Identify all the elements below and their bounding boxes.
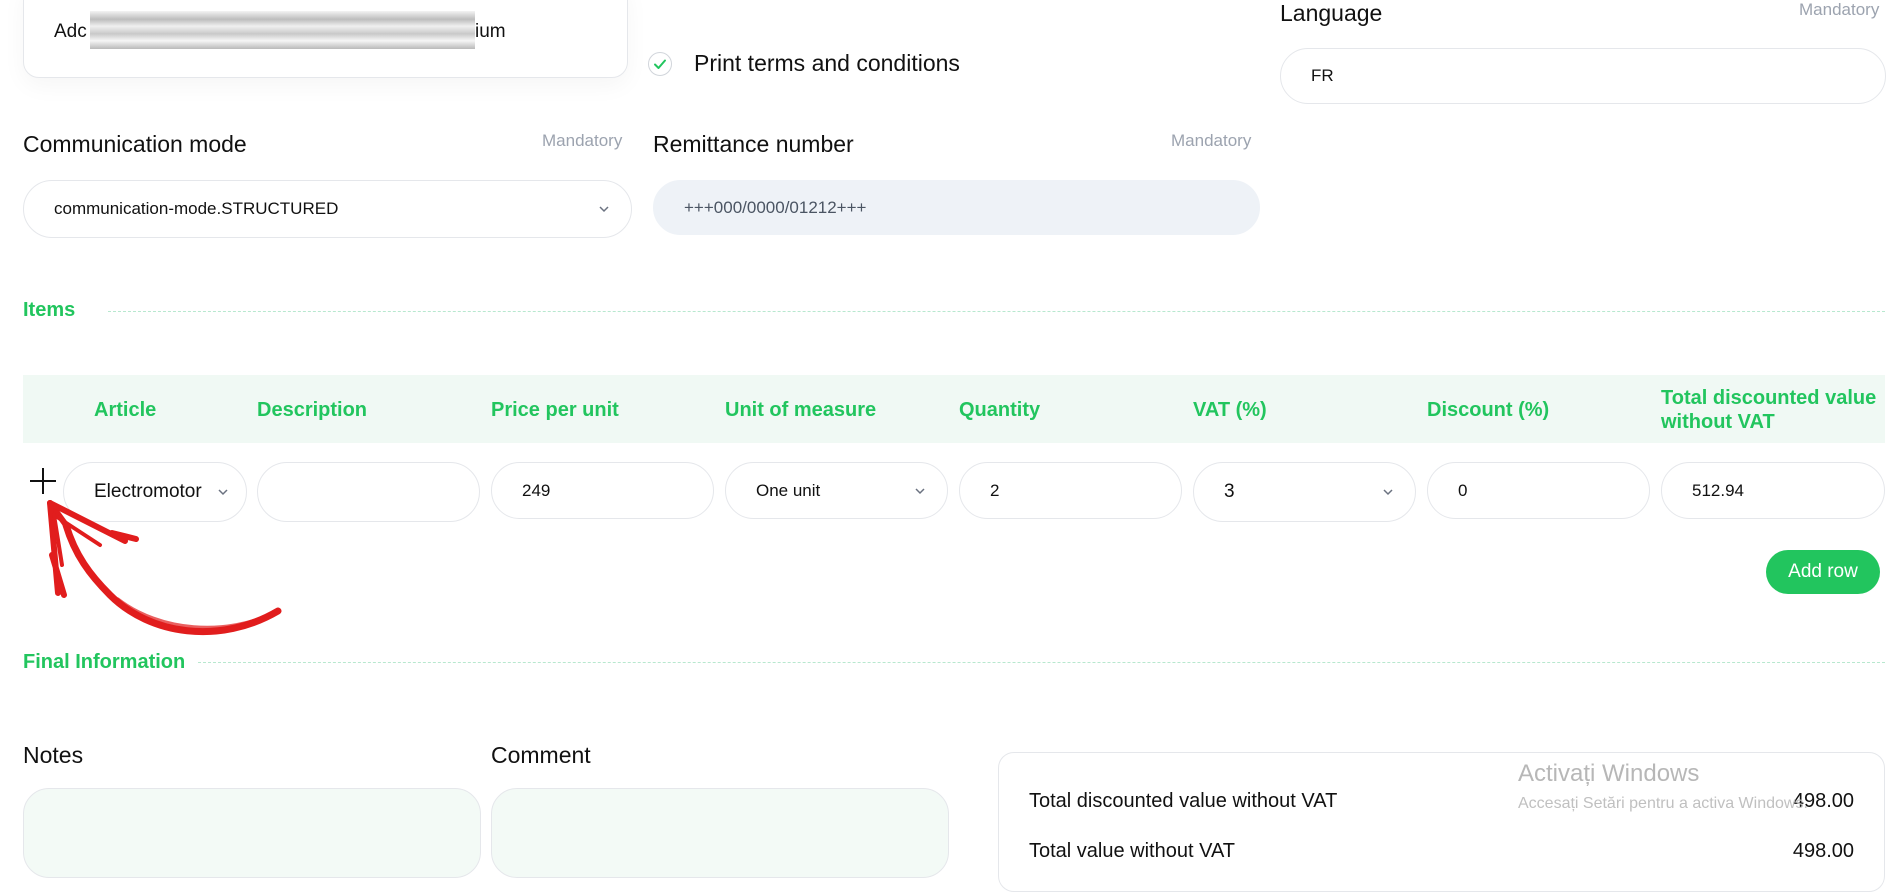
quantity-value: 2 <box>990 480 1000 500</box>
communication-mode-mandatory: Mandatory <box>542 131 623 150</box>
price-value: 249 <box>522 480 551 500</box>
address-card[interactable]: Adc ium <box>23 0 628 78</box>
annotation-arrow <box>47 500 282 636</box>
address-suffix: ium <box>475 21 506 42</box>
quantity-input[interactable]: 2 <box>959 462 1182 519</box>
total-value-label: Total value without VAT <box>1029 840 1236 862</box>
communication-mode-label: Communication mode <box>23 131 247 157</box>
col-discount: Discount (%) <box>1427 399 1550 421</box>
unit-value: One unit <box>756 480 821 500</box>
print-terms-checkbox[interactable] <box>648 52 672 76</box>
language-value: FR <box>1311 66 1334 85</box>
communication-mode-value: communication-mode.STRUCTURED <box>54 199 339 218</box>
vat-value: 3 <box>1224 481 1235 502</box>
col-vat: VAT (%) <box>1193 399 1267 421</box>
chevron-down-icon <box>1383 489 1393 496</box>
discount-value: 0 <box>1458 480 1468 500</box>
windows-activation-title: Activați Windows <box>1518 760 1700 787</box>
total-value: 512.94 <box>1692 480 1744 500</box>
add-row-button[interactable]: Add row <box>1766 550 1880 594</box>
remittance-number-input[interactable]: +++000/0000/01212+++ <box>653 180 1260 235</box>
col-description: Description <box>257 399 368 421</box>
col-total-line1: Total discounted value <box>1661 387 1877 409</box>
col-unit-of-measure: Unit of measure <box>725 399 877 421</box>
total-discounted-input[interactable]: 512.94 <box>1661 462 1885 519</box>
plus-icon[interactable] <box>30 468 56 494</box>
address-prefix: Adc <box>54 21 87 42</box>
language-mandatory: Mandatory <box>1799 0 1880 19</box>
notes-label: Notes <box>23 742 84 768</box>
language-input[interactable]: FR <box>1280 48 1886 104</box>
total-value-amount: 498.00 <box>1792 840 1854 862</box>
print-terms-label: Print terms and conditions <box>694 50 960 76</box>
col-price-per-unit: Price per unit <box>491 399 619 421</box>
items-section-title: Items <box>23 299 76 321</box>
notes-textarea[interactable] <box>23 788 481 878</box>
communication-mode-select[interactable]: communication-mode.STRUCTURED <box>23 180 632 238</box>
final-information-title: Final Information <box>23 651 186 673</box>
section-divider <box>108 311 1885 312</box>
remittance-number-mandatory: Mandatory <box>1171 131 1252 150</box>
chevron-down-icon <box>915 487 925 494</box>
vat-select[interactable]: 3 <box>1193 462 1416 522</box>
comment-textarea[interactable] <box>491 788 949 878</box>
remittance-number-value: +++000/0000/01212+++ <box>684 197 867 217</box>
language-label: Language <box>1280 0 1383 26</box>
chevron-down-icon <box>599 206 609 213</box>
windows-activation-subtitle: Accesați Setări pentru a activa Windows. <box>1518 795 1808 812</box>
col-quantity: Quantity <box>959 399 1041 421</box>
remittance-number-label: Remittance number <box>653 131 854 157</box>
totals-card: Total discounted value without VAT 498.0… <box>998 752 1885 892</box>
comment-label: Comment <box>491 742 591 768</box>
section-divider <box>198 662 1885 663</box>
col-article: Article <box>94 399 157 421</box>
check-icon <box>654 59 666 69</box>
discount-input[interactable]: 0 <box>1427 462 1650 519</box>
total-discounted-label: Total discounted value without VAT <box>1029 790 1338 812</box>
unit-of-measure-select[interactable]: One unit <box>725 462 948 519</box>
description-input[interactable] <box>257 462 480 522</box>
redaction-blur <box>90 11 475 49</box>
price-per-unit-input[interactable]: 249 <box>491 462 714 519</box>
col-total-line2: without VAT <box>1661 411 1775 433</box>
